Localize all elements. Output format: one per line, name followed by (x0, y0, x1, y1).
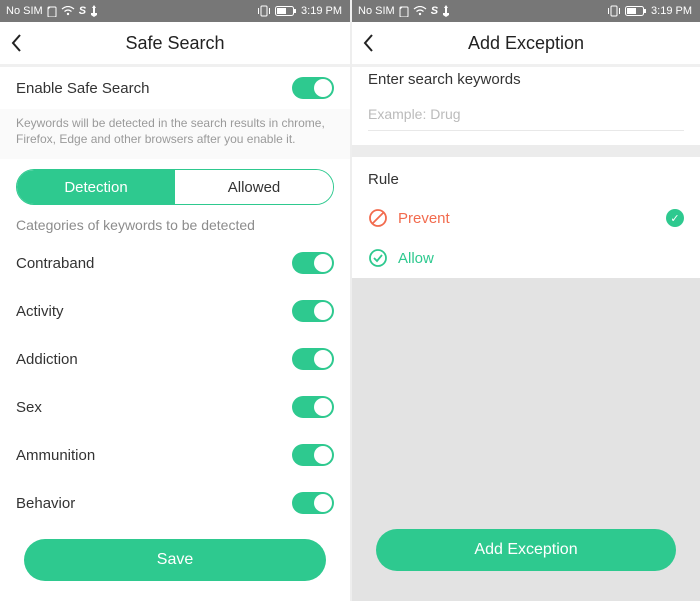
category-row: Behavior (16, 479, 334, 527)
no-sim-label: No SIM (358, 5, 395, 17)
back-button[interactable] (362, 22, 376, 64)
category-row: Ammunition (16, 431, 334, 479)
allow-icon (368, 248, 388, 268)
category-row: Activity (16, 287, 334, 335)
usb-icon (442, 5, 450, 17)
clock-label: 3:19 PM (651, 5, 692, 17)
wifi-icon (61, 6, 75, 16)
s-indicator: S (431, 5, 438, 17)
rule-allow[interactable]: Allow (352, 238, 700, 278)
category-label: Behavior (16, 495, 75, 512)
no-sim-label: No SIM (6, 5, 43, 17)
category-label: Activity (16, 303, 64, 320)
enable-row: Enable Safe Search (0, 67, 350, 109)
add-exception-button[interactable]: Add Exception (376, 529, 676, 571)
category-label: Addiction (16, 351, 78, 368)
tab-allowed[interactable]: Allowed (175, 170, 333, 204)
battery-icon (275, 6, 297, 16)
selected-check-icon: ✓ (666, 209, 684, 227)
wifi-icon (413, 6, 427, 16)
categories-header: Categories of keywords to be detected (0, 217, 350, 239)
category-toggle[interactable] (292, 444, 334, 466)
rule-header: Rule (352, 157, 700, 198)
category-label: Contraband (16, 255, 94, 272)
category-label: Ammunition (16, 447, 95, 464)
page-title: Safe Search (125, 33, 224, 54)
enable-label: Enable Safe Search (16, 80, 149, 97)
category-toggle[interactable] (292, 300, 334, 322)
tab-group: Detection Allowed (16, 169, 334, 205)
categories-list: Contraband Activity Addiction Sex Ammuni… (0, 239, 350, 527)
prevent-label: Prevent (398, 210, 450, 227)
save-button[interactable]: Save (24, 539, 326, 581)
keywords-input[interactable]: Example: Drug (368, 102, 684, 131)
s-indicator: S (79, 5, 86, 17)
section-gap (352, 145, 700, 157)
sim-icon (47, 5, 57, 17)
keywords-label: Enter search keywords (368, 71, 684, 88)
enable-toggle[interactable] (292, 77, 334, 99)
status-bar: No SIM S 3:19 PM (0, 0, 350, 22)
category-row: Sex (16, 383, 334, 431)
clock-label: 3:19 PM (301, 5, 342, 17)
add-exception-screen: No SIM S 3:19 PM Add Exception Enter sea… (350, 0, 700, 601)
category-toggle[interactable] (292, 492, 334, 514)
back-button[interactable] (10, 22, 24, 64)
vibrate-icon (607, 5, 621, 17)
sim-icon (399, 5, 409, 17)
category-row: Contraband (16, 239, 334, 287)
rule-prevent[interactable]: Prevent ✓ (352, 198, 700, 238)
category-row: Addiction (16, 335, 334, 383)
title-bar: Safe Search (0, 22, 350, 64)
category-toggle[interactable] (292, 396, 334, 418)
tab-detection[interactable]: Detection (17, 170, 175, 204)
title-bar: Add Exception (352, 22, 700, 64)
status-bar: No SIM S 3:19 PM (352, 0, 700, 22)
battery-icon (625, 6, 647, 16)
vibrate-icon (257, 5, 271, 17)
enable-hint: Keywords will be detected in the search … (0, 109, 350, 159)
category-toggle[interactable] (292, 252, 334, 274)
prevent-icon (368, 208, 388, 228)
safe-search-screen: No SIM S 3:19 PM Safe Search Enable Safe… (0, 0, 350, 601)
category-toggle[interactable] (292, 348, 334, 370)
usb-icon (90, 5, 98, 17)
category-label: Sex (16, 399, 42, 416)
allow-label: Allow (398, 250, 434, 267)
bottom-area: Add Exception (352, 278, 700, 601)
page-title: Add Exception (468, 33, 584, 54)
